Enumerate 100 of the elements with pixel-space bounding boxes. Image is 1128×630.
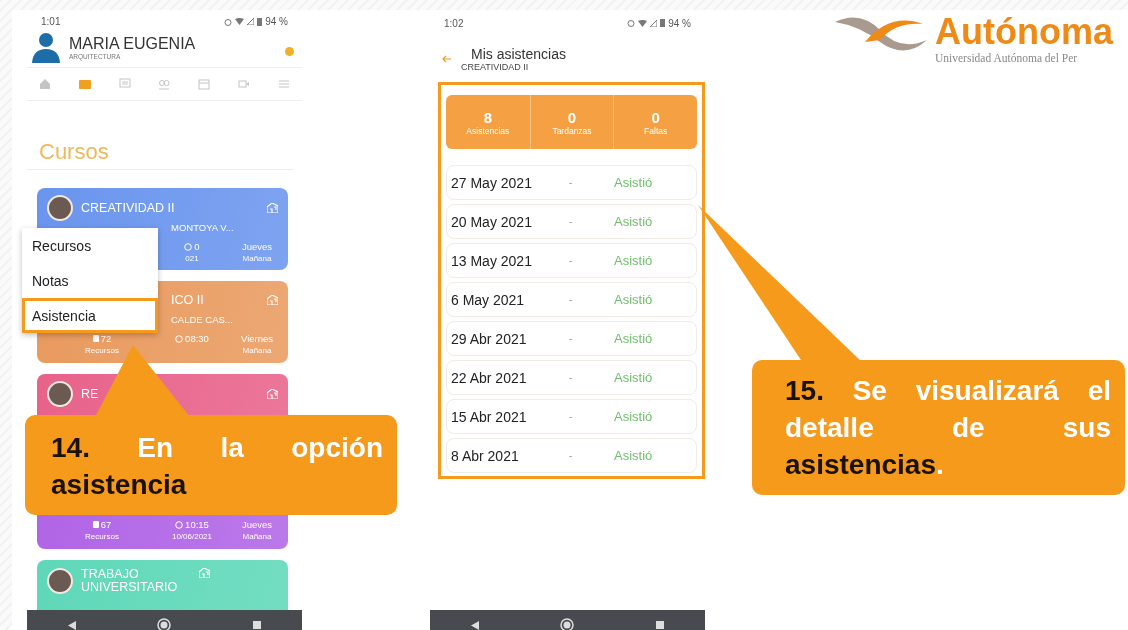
stat-label: Recursos: [85, 346, 119, 355]
summary-count: 8: [483, 108, 492, 126]
stat-value: 10:15: [185, 519, 209, 530]
stat-value: 72: [100, 333, 112, 344]
back-icon[interactable]: [470, 620, 479, 630]
alarm-icon: [224, 17, 233, 26]
battery-level: 94 %: [265, 16, 288, 27]
logo-wordmark: Autónoma: [935, 12, 1113, 52]
attendance-note: -: [569, 450, 574, 461]
battery-icon: [257, 17, 263, 26]
book-icon: [92, 521, 99, 528]
stat-label: Mañana: [242, 532, 272, 541]
stat-label: Mañana: [242, 346, 272, 355]
attendance-status: Asistió: [614, 214, 654, 229]
recent-apps-icon[interactable]: [656, 621, 665, 629]
attendance-note: -: [569, 333, 574, 344]
attendance-date: 27 May 2021: [451, 174, 533, 191]
clock-icon: [175, 520, 184, 529]
building-icon: [267, 203, 278, 213]
home-button-icon[interactable]: [560, 618, 575, 630]
avatar-photo: [47, 381, 73, 407]
stat-value: 08:30: [185, 333, 209, 344]
book-icon: [92, 335, 99, 342]
folder-icon[interactable]: [78, 78, 91, 90]
avatar-photo: [47, 568, 73, 594]
wifi-icon: [235, 18, 245, 25]
stat-label: Recursos: [85, 532, 119, 541]
attendance-note: -: [569, 177, 574, 188]
notification-dot[interactable]: [285, 46, 294, 56]
stat-value: 67: [100, 519, 112, 530]
attendance-date: 15 Abr 2021: [451, 408, 528, 425]
attendance-status: Asistió: [614, 370, 654, 385]
stat-label: 021: [185, 254, 199, 263]
attendance-status: Asistió: [614, 253, 654, 268]
logo-tagline: Universidad Autónoma del Per: [935, 52, 1079, 64]
attendance-status: Asistió: [614, 292, 654, 307]
building-icon: [199, 568, 210, 578]
menu-icon[interactable]: [277, 78, 290, 90]
attendance-date: 13 May 2021: [451, 252, 533, 269]
signal-icon: [650, 19, 658, 27]
home-button-icon[interactable]: [157, 618, 172, 630]
course-title: TRABAJO UNIVERSITARIO: [81, 568, 179, 595]
attendance-status: Asistió: [614, 175, 654, 190]
attendance-status: Asistió: [614, 331, 654, 346]
menu-item[interactable]: Recursos: [22, 228, 158, 263]
summary-count: 0: [567, 108, 577, 126]
battery-level: 94 %: [668, 17, 691, 29]
stat-label: 10/06/2021: [171, 532, 212, 541]
teacher-name: MONTOYA V...: [171, 222, 234, 233]
signal-icon: [247, 18, 255, 25]
attendance-note: -: [569, 255, 574, 266]
chat-icon[interactable]: [118, 78, 131, 90]
attendance-date: 8 Abr 2021: [451, 447, 520, 464]
back-arrow-icon[interactable]: [442, 55, 451, 63]
section-heading: Cursos: [27, 101, 294, 170]
callout-text: 15. Se visualizará el detalle de sus asistencias.: [785, 374, 1111, 482]
course-title: RE: [81, 387, 100, 401]
page-title: Mis asistencias: [470, 46, 566, 62]
summary-label: Tardanzas: [552, 125, 592, 136]
alarm-icon: [627, 19, 636, 27]
building-icon: [267, 389, 278, 399]
status-time: 1:01: [41, 16, 61, 27]
status-time: 1:02: [444, 17, 464, 29]
battery-icon: [660, 19, 666, 27]
attendance-note: -: [569, 411, 574, 422]
menu-item[interactable]: Asistencia: [22, 298, 158, 333]
attendance-date: 6 May 2021: [451, 291, 526, 308]
attendance-date: 20 May 2021: [451, 213, 533, 230]
stat-label: Mañana: [242, 254, 272, 263]
course-title: CREATIVIDAD II: [81, 201, 176, 215]
people-icon[interactable]: [158, 78, 171, 90]
avatar-photo: [47, 195, 73, 221]
profile-name: MARIA EUGENIA: [69, 34, 196, 53]
summary-count: 0: [651, 108, 660, 126]
summary-label: Asistencias: [466, 125, 510, 136]
stat-value: Viernes: [240, 333, 273, 344]
home-icon[interactable]: [39, 78, 51, 90]
summary-label: Faltas: [644, 125, 668, 136]
attendance-status: Asistió: [614, 409, 654, 424]
recent-apps-icon[interactable]: [253, 621, 262, 629]
attendance-date: 22 Abr 2021: [451, 369, 528, 386]
stat-value: 0: [194, 241, 200, 252]
attendance-status: Asistió: [614, 448, 654, 463]
video-camera-icon[interactable]: [238, 78, 251, 90]
user-silhouette-icon: [31, 31, 61, 63]
building-icon: [267, 295, 278, 306]
attendance-note: -: [569, 216, 574, 227]
calendar-icon[interactable]: [198, 78, 211, 90]
course-name: CREATIVIDAD II: [461, 62, 530, 72]
stat-value: Jueves: [241, 519, 273, 530]
back-icon[interactable]: [67, 620, 76, 630]
teacher-name: CALDE CAS...: [171, 313, 233, 325]
menu-item[interactable]: Notas: [22, 263, 158, 298]
wifi-icon: [638, 19, 648, 27]
clock-icon: [184, 242, 193, 251]
stat-value: Jueves: [241, 241, 273, 252]
attendance-note: -: [569, 294, 574, 305]
callout-text: 14. En la opción asistencia: [51, 431, 383, 502]
attendance-note: -: [569, 372, 574, 383]
attendance-date: 29 Abr 2021: [451, 330, 528, 347]
